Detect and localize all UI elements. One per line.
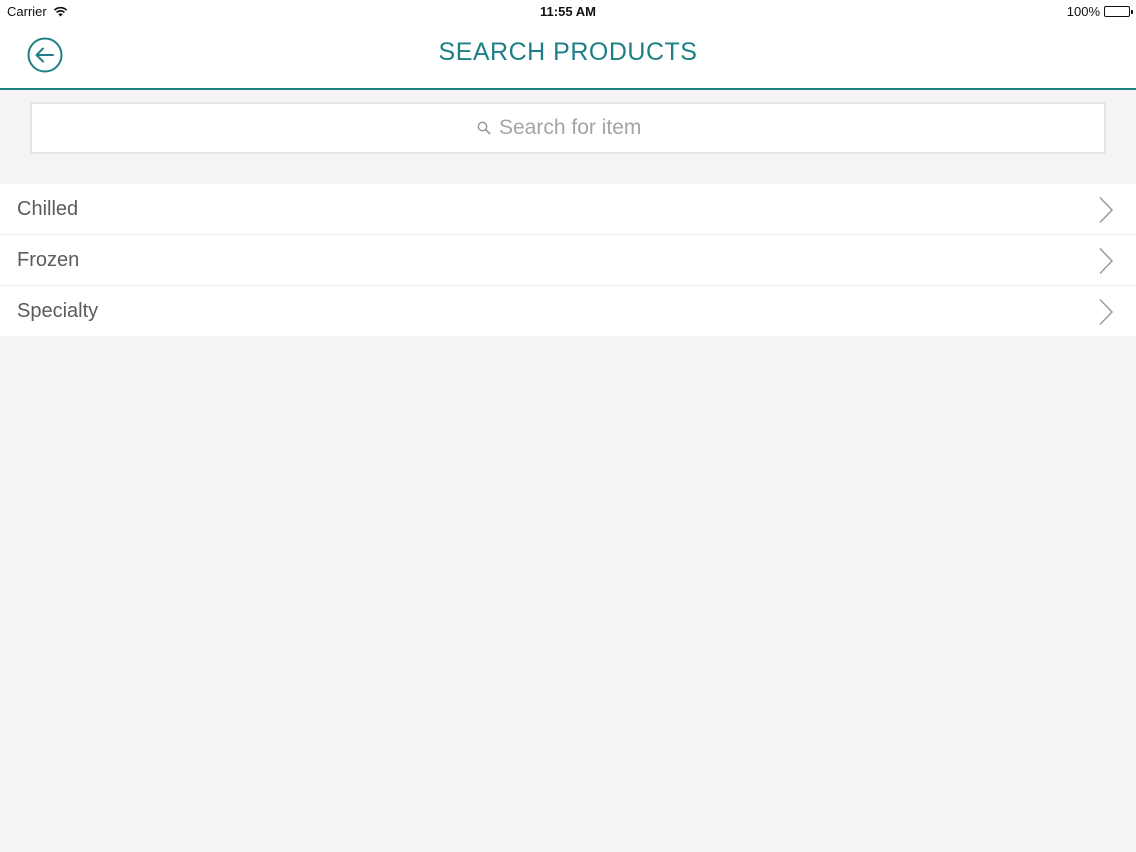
status-time: 11:55 AM [540,4,596,19]
battery-icon [1104,6,1133,17]
category-item-frozen[interactable]: Frozen [0,235,1136,286]
search-icon [477,121,491,135]
battery-indicator: 100% [1066,4,1133,19]
battery-percent: 100% [1066,4,1100,19]
category-item-specialty[interactable]: Specialty [0,286,1136,336]
chevron-right-icon [1099,196,1114,224]
category-label: Specialty [17,300,99,322]
search-box[interactable] [30,102,1106,154]
status-bar: Carrier 11:55 AM 100% [0,0,1136,24]
category-label: Frozen [17,249,80,271]
page-title: SEARCH PRODUCTS [438,38,698,66]
chevron-right-icon [1099,298,1114,326]
category-item-chilled[interactable]: Chilled [0,184,1136,235]
category-label: Chilled [17,198,79,220]
chevron-right-icon [1099,247,1114,275]
search-input[interactable] [499,116,659,140]
search-area [0,90,1136,184]
category-list: Chilled Frozen Specialty [0,184,1136,336]
navigation-bar: SEARCH PRODUCTS [0,24,1136,90]
